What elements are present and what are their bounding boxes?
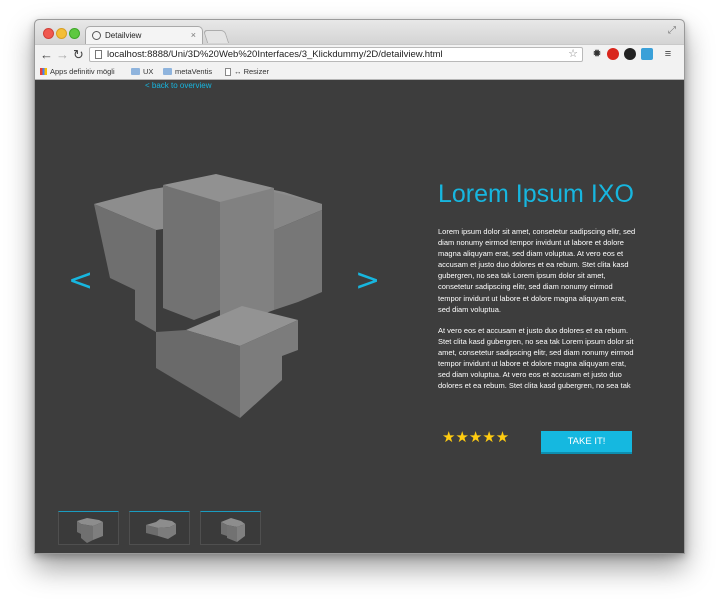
description-paragraph-1: Lorem ipsum dolor sit amet, consetetur s… (438, 227, 636, 314)
bookmark-resizer[interactable]: ↔ Resizer (225, 67, 269, 76)
thumbnail-2[interactable] (129, 511, 190, 545)
reload-icon[interactable]: ↻ (73, 47, 84, 63)
browser-window: Detailview × ⤢ ← → ↻ localhost:8888/Uni/… (34, 19, 685, 554)
gear-icon[interactable]: ✹ (591, 48, 603, 60)
url-text: localhost:8888/Uni/3D%20Web%20Interfaces… (107, 49, 443, 60)
bookmark-ux[interactable]: UX (131, 67, 153, 76)
title-bar: Detailview × ⤢ (35, 20, 684, 44)
folder-icon (163, 68, 172, 75)
apps-icon (40, 68, 47, 75)
thumbnail-1-image (77, 518, 103, 543)
folder-icon (131, 68, 140, 75)
ghostery-icon[interactable] (624, 48, 636, 60)
3d-model-preview[interactable] (90, 170, 330, 420)
opera-extension-icon[interactable] (607, 48, 619, 60)
back-to-overview-link[interactable]: < back to overview (145, 81, 211, 90)
menu-icon[interactable]: ≡ (662, 48, 674, 60)
thumbnail-1[interactable] (58, 511, 119, 545)
page-content: < back to overview < > Lorem Ipsum IXO L… (35, 80, 684, 553)
close-tab-icon[interactable]: × (191, 30, 196, 40)
extension-icon[interactable] (641, 48, 653, 60)
bookmark-apps[interactable]: Apps definitiv mögli (40, 67, 115, 76)
product-title: Lorem Ipsum IXO (438, 180, 634, 208)
tab-title: Detailview (105, 31, 142, 40)
next-item-button[interactable]: > (355, 266, 380, 296)
bookmarks-bar: Apps definitiv mögli UX metaVentis ↔ Res… (35, 65, 684, 80)
close-window-button[interactable] (43, 28, 54, 39)
page-icon (95, 50, 102, 59)
product-description: Lorem ipsum dolor sit amet, consetetur s… (438, 226, 636, 401)
new-tab-button[interactable] (202, 30, 230, 43)
thumbnail-3-image (221, 518, 245, 542)
globe-icon (92, 31, 101, 40)
address-bar[interactable]: localhost:8888/Uni/3D%20Web%20Interfaces… (89, 47, 583, 62)
bookmark-metaventis[interactable]: metaVentis (163, 67, 212, 76)
browser-toolbar: ← → ↻ localhost:8888/Uni/3D%20Web%20Inte… (35, 44, 684, 65)
description-paragraph-2: At vero eos et accusam et justo duo dolo… (438, 325, 634, 391)
fullscreen-icon[interactable]: ⤢ (668, 25, 676, 36)
forward-icon[interactable]: → (56, 47, 69, 63)
thumbnail-3[interactable] (200, 511, 261, 545)
page-icon (225, 68, 231, 76)
back-icon[interactable]: ← (40, 47, 53, 63)
minimize-window-button[interactable] (56, 28, 67, 39)
take-it-button[interactable]: TAKE IT! (541, 431, 632, 454)
bookmark-star-icon[interactable]: ☆ (568, 47, 578, 60)
rating-stars[interactable]: ★★★★★ (442, 428, 509, 446)
thumbnail-2-image (146, 519, 176, 539)
browser-tab[interactable]: Detailview × (85, 26, 203, 44)
maximize-window-button[interactable] (69, 28, 80, 39)
